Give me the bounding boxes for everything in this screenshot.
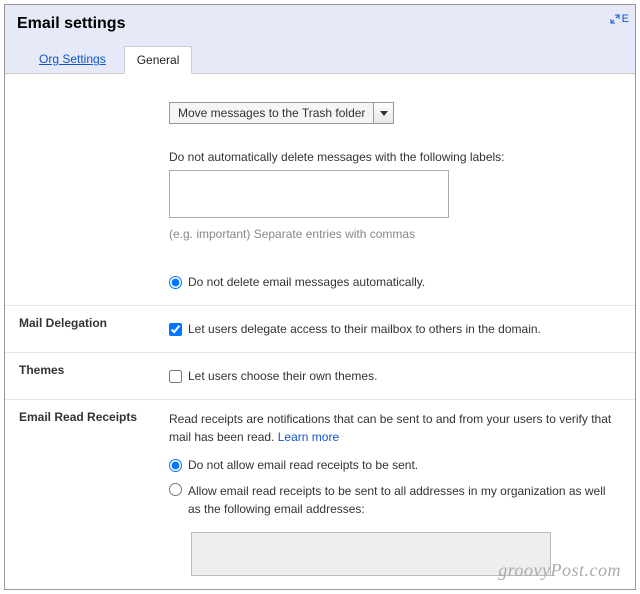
radio-no-delete[interactable] xyxy=(169,276,182,289)
checkbox-themes-label: Let users choose their own themes. xyxy=(188,369,377,383)
chevron-down-icon xyxy=(373,103,393,123)
tabs: Org Settings General xyxy=(17,46,623,74)
content: Move messages to the Trash folder Do not… xyxy=(5,74,635,589)
checkbox-delegation-label: Let users delegate access to their mailb… xyxy=(188,322,541,336)
dropdown-selected: Move messages to the Trash folder xyxy=(170,106,373,120)
receipts-description: Read receipts are notifications that can… xyxy=(169,410,621,446)
section-delegation: Mail Delegation Let users delegate acces… xyxy=(5,306,635,353)
section-body-retention: Move messages to the Trash folder Do not… xyxy=(165,74,635,305)
labels-hint: (e.g. important) Separate entries with c… xyxy=(169,227,621,241)
tab-org-settings[interactable]: Org Settings xyxy=(27,46,118,74)
checkbox-delegation[interactable] xyxy=(169,323,182,336)
section-label-receipts: Email Read Receipts xyxy=(5,400,165,589)
section-retention: Move messages to the Trash folder Do not… xyxy=(5,74,635,306)
section-body-themes: Let users choose their own themes. xyxy=(165,353,635,399)
section-body-receipts: Read receipts are notifications that can… xyxy=(165,400,635,589)
tab-general[interactable]: General xyxy=(124,46,193,74)
allowed-addresses-textarea xyxy=(191,532,551,576)
checkbox-themes[interactable] xyxy=(169,370,182,383)
section-label-delegation: Mail Delegation xyxy=(5,306,165,352)
labels-textarea[interactable] xyxy=(169,170,449,218)
expand-link[interactable]: E xyxy=(610,13,629,25)
labels-field-label: Do not automatically delete messages wit… xyxy=(169,150,621,164)
section-label-retention xyxy=(5,74,165,305)
page-title: Email settings xyxy=(17,15,623,33)
radio-allow-receipts[interactable] xyxy=(169,483,182,496)
section-label-themes: Themes xyxy=(5,353,165,399)
expand-label: E xyxy=(622,13,629,25)
action-dropdown[interactable]: Move messages to the Trash folder xyxy=(169,102,394,124)
section-themes: Themes Let users choose their own themes… xyxy=(5,353,635,400)
learn-more-link[interactable]: Learn more xyxy=(278,430,339,444)
radio-no-delete-row: Do not delete email messages automatical… xyxy=(169,275,621,289)
radio-allow-label: Allow email read receipts to be sent to … xyxy=(188,482,621,518)
radio-disallow-label: Do not allow email read receipts to be s… xyxy=(188,458,418,472)
section-body-delegation: Let users delegate access to their mailb… xyxy=(165,306,635,352)
header: Email settings Org Settings General xyxy=(5,5,635,74)
section-receipts: Email Read Receipts Read receipts are no… xyxy=(5,400,635,589)
settings-panel: E Email settings Org Settings General Mo… xyxy=(4,4,636,590)
receipts-description-text: Read receipts are notifications that can… xyxy=(169,412,611,444)
radio-disallow-receipts[interactable] xyxy=(169,459,182,472)
expand-icon xyxy=(610,14,620,24)
radio-no-delete-label: Do not delete email messages automatical… xyxy=(188,275,425,289)
